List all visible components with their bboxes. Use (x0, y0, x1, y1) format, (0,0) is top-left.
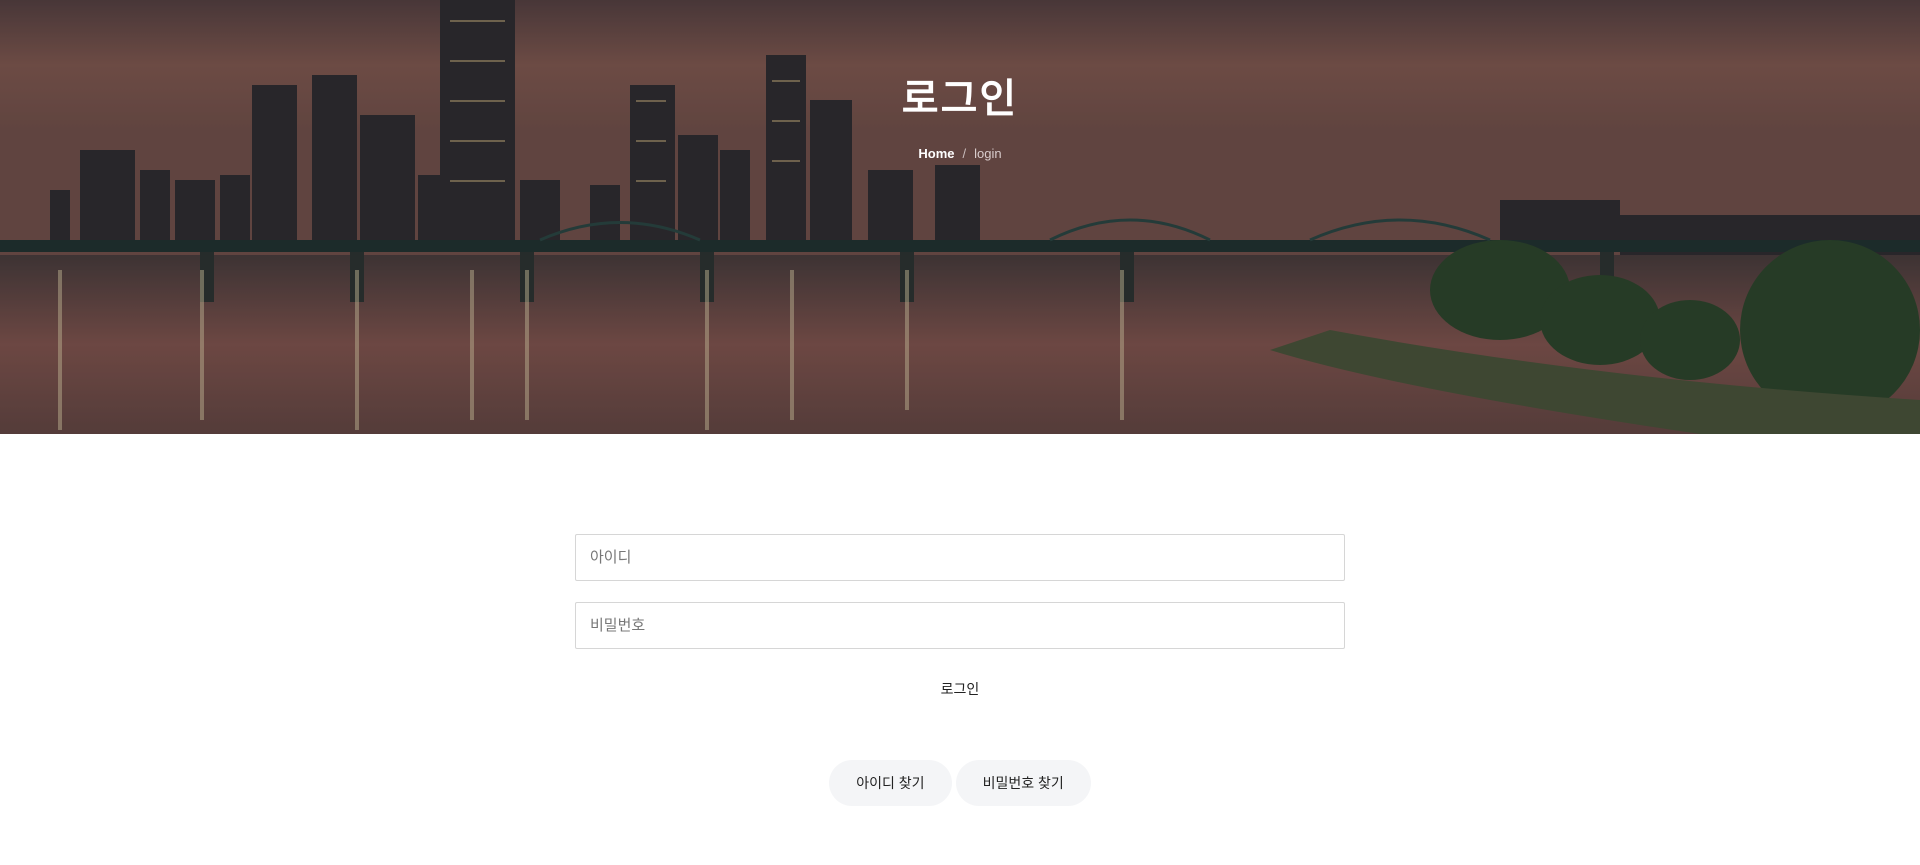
login-button[interactable]: 로그인 (931, 675, 990, 703)
breadcrumb-current: login (974, 146, 1002, 161)
login-form: 로그인 (575, 534, 1345, 703)
account-recovery-links: 아이디 찾기 비밀번호 찾기 (0, 760, 1920, 806)
breadcrumb-separator: / (962, 146, 967, 161)
breadcrumb-home-link[interactable]: Home (918, 146, 954, 161)
password-input[interactable] (575, 602, 1345, 649)
username-input[interactable] (575, 534, 1345, 581)
page-title: 로그인 (901, 77, 1019, 121)
hero-banner: 로그인 Home / login (0, 0, 1920, 434)
find-id-button[interactable]: 아이디 찾기 (829, 760, 952, 806)
breadcrumb: Home / login (0, 146, 1920, 161)
find-password-button[interactable]: 비밀번호 찾기 (955, 760, 1091, 806)
